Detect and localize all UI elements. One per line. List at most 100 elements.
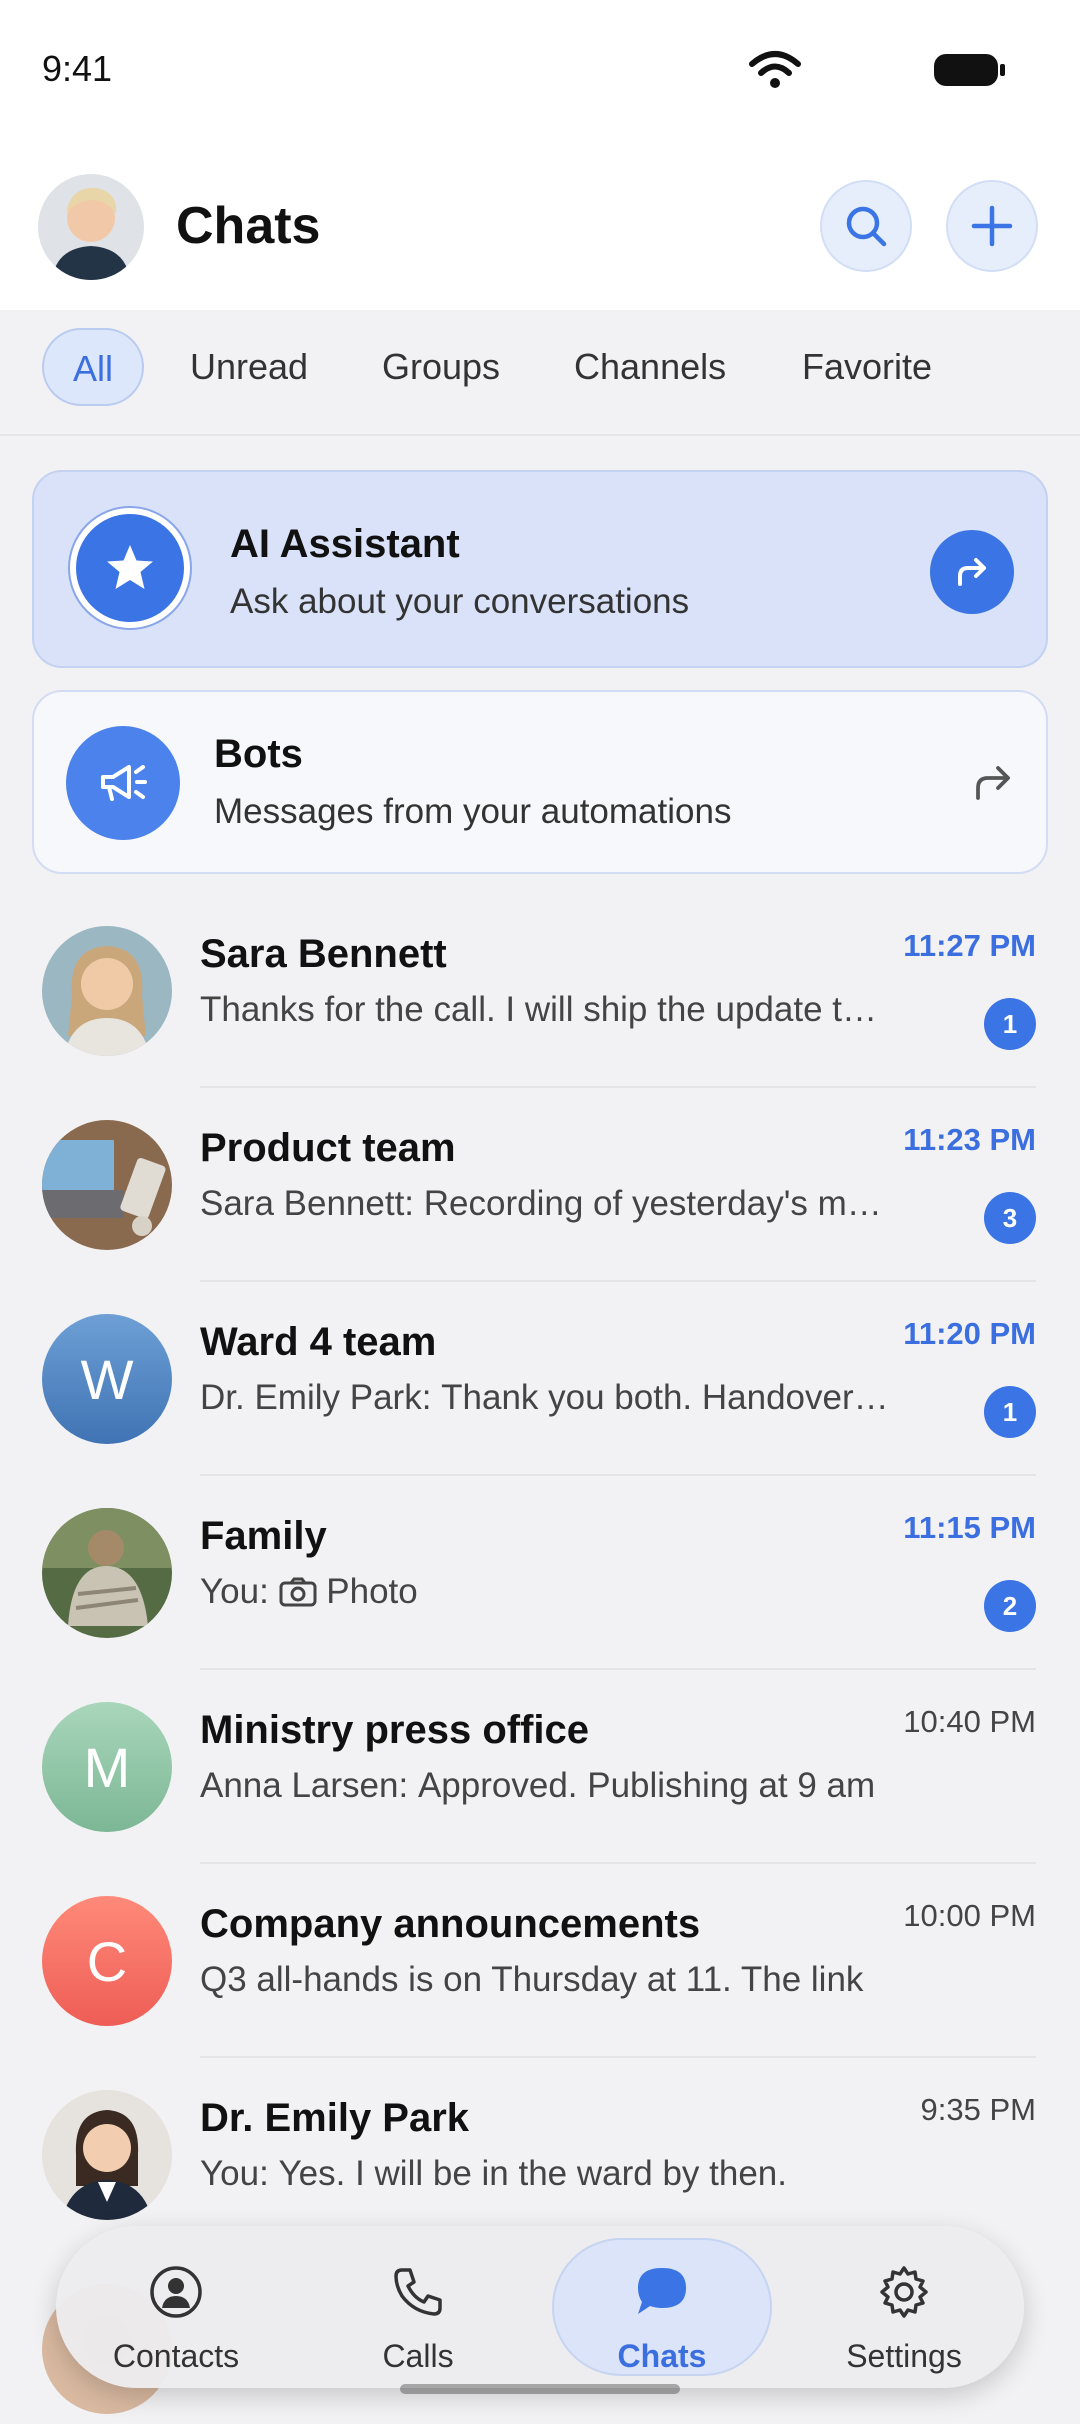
preview-text: Thanks for the call. I will ship the upd… [200, 990, 890, 1029]
forward-arrow-icon [958, 558, 986, 586]
bots-title: Bots [214, 732, 303, 776]
preview-sender: You: [200, 1572, 269, 1611]
chat-name: Sara Bennett [200, 932, 447, 976]
chat-time: 11:20 PM [903, 1316, 1036, 1351]
preview-sender: Dr. Emily Park: [200, 1378, 432, 1417]
avatar [42, 1120, 172, 1250]
chat-preview: Q3 all-hands is on Thursday at 11. The l… [200, 1960, 890, 2000]
chat-preview: Dr. Emily Park: Thank you both. Handover… [200, 1378, 890, 1418]
camera-icon [279, 1577, 317, 1607]
chat-name: Ward 4 team [200, 1320, 437, 1364]
ai-assistant-title: AI Assistant [230, 522, 460, 566]
profile-avatar[interactable] [38, 174, 144, 280]
preview-text: Photo [326, 1572, 418, 1611]
filter-tabs: All Unread Groups Channels Favorite [0, 310, 1080, 436]
chat-preview: Thanks for the call. I will ship the upd… [200, 990, 890, 1030]
unread-badge: 3 [984, 1192, 1036, 1244]
chat-preview: Sara Bennett: Recording of yesterday's m… [200, 1184, 890, 1224]
avatar [42, 2090, 172, 2220]
chat-preview: Anna Larsen: Approved. Publishing at 9 a… [200, 1766, 890, 1806]
chat-time: 11:27 PM [903, 928, 1036, 963]
chat-time: 9:35 PM [920, 2092, 1036, 2127]
chat-preview: You: Yes. I will be in the ward by then. [200, 2154, 890, 2194]
status-time: 9:41 [42, 48, 113, 89]
preview-sender: Anna Larsen: [200, 1766, 409, 1805]
nav-label: Contacts [112, 2338, 240, 2374]
new-chat-button[interactable] [946, 180, 1038, 272]
chat-row-sara-bennett[interactable]: Sara Bennett Thanks for the call. I will… [0, 894, 1080, 1088]
chat-row-ministry-press-office[interactable]: M Ministry press office Anna Larsen: App… [0, 1670, 1080, 1864]
chat-name: Ministry press office [200, 1708, 590, 1752]
preview-text: Q3 all-hands is on Thursday at 11. The l… [200, 1960, 864, 1999]
preview-sender: You: [200, 2154, 269, 2193]
avatar-photo [42, 926, 172, 1056]
avatar-photo [42, 2090, 172, 2220]
filter-all[interactable]: All [42, 328, 144, 406]
chat-preview: You: Photo [200, 1572, 890, 1612]
avatar [42, 1508, 172, 1638]
bots-card[interactable]: Bots Messages from your automations [32, 690, 1048, 874]
avatar-photo [42, 1120, 172, 1250]
avatar: M [42, 1702, 172, 1832]
avatar-initial: C [86, 1929, 128, 1993]
header: Chats [0, 140, 1080, 310]
filter-favorite[interactable]: Favorite [802, 328, 932, 406]
avatar-initial: M [83, 1735, 131, 1799]
ai-assistant-card[interactable]: AI Assistant Ask about your conversation… [32, 470, 1048, 668]
avatar-photo [42, 1508, 172, 1638]
preview-text: Recording of yesterday's meeting [423, 1184, 890, 1223]
nav-label: Settings [846, 2338, 962, 2374]
unread-badge: 1 [984, 1386, 1036, 1438]
chat-name: Dr. Emily Park [200, 2096, 470, 2140]
chat-row-ward-4-team[interactable]: W Ward 4 team Dr. Emily Park: Thank you … [0, 1282, 1080, 1476]
chat-time: 10:40 PM [903, 1704, 1036, 1739]
profile-photo [38, 174, 144, 280]
chat-time: 11:15 PM [903, 1510, 1036, 1545]
filter-unread[interactable]: Unread [190, 328, 308, 406]
chat-name: Product team [200, 1126, 456, 1170]
avatar: W [42, 1314, 172, 1444]
ai-assistant-open-button[interactable] [930, 530, 1014, 614]
ai-assistant-avatar [68, 506, 192, 630]
home-indicator [400, 2384, 680, 2394]
chat-time: 11:23 PM [903, 1122, 1036, 1157]
star-icon [107, 545, 153, 589]
nav-label: Chats [617, 2338, 707, 2374]
nav-label: Calls [382, 2338, 454, 2374]
chat-row-company-announcements[interactable]: C Company announcements Q3 all-hands is … [0, 1864, 1080, 2058]
nav-calls[interactable]: Calls [308, 2226, 528, 2388]
preview-text: Approved. Publishing at 9 am [417, 1766, 876, 1805]
person-circle-icon [150, 2266, 202, 2318]
gear-icon [880, 2266, 928, 2318]
nav-contacts[interactable]: Contacts [66, 2226, 286, 2388]
phone-icon [394, 2268, 442, 2316]
nav-settings[interactable]: Settings [794, 2226, 1014, 2388]
chat-bubble-icon [638, 2268, 686, 2314]
avatar [42, 926, 172, 1056]
nav-chats[interactable]: Chats [552, 2226, 772, 2388]
chat-name: Company announcements [200, 1902, 701, 1946]
filter-channels[interactable]: Channels [574, 328, 726, 406]
megaphone-icon [101, 765, 147, 801]
plus-icon [971, 205, 1013, 247]
chat-row-family[interactable]: Family You: Photo 11:15 PM 2 [0, 1476, 1080, 1670]
page-title: Chats [176, 197, 321, 255]
preview-text: Yes. I will be in the ward by then. [278, 2154, 787, 2193]
preview-sender: Sara Bennett: [200, 1184, 415, 1223]
chat-time: 10:00 PM [903, 1898, 1036, 1933]
unread-badge: 2 [984, 1580, 1036, 1632]
chat-row-product-team[interactable]: Product team Sara Bennett: Recording of … [0, 1088, 1080, 1282]
chat-row-dr-emily-park[interactable]: Dr. Emily Park You: Yes. I will be in th… [0, 2058, 1080, 2252]
search-icon [846, 206, 887, 247]
preview-text: Thank you both. Handover notes [441, 1378, 890, 1417]
avatar: C [42, 1896, 172, 2026]
forward-arrow-icon[interactable] [968, 758, 1018, 808]
battery-icon [934, 54, 1005, 86]
bots-subtitle: Messages from your automations [214, 792, 732, 831]
unread-badge: 1 [984, 998, 1036, 1050]
ai-assistant-subtitle: Ask about your conversations [230, 582, 690, 621]
search-button[interactable] [820, 180, 912, 272]
filter-groups[interactable]: Groups [382, 328, 500, 406]
bots-avatar [66, 726, 180, 840]
bottom-nav: Contacts Calls Chats Settings [56, 2226, 1024, 2388]
